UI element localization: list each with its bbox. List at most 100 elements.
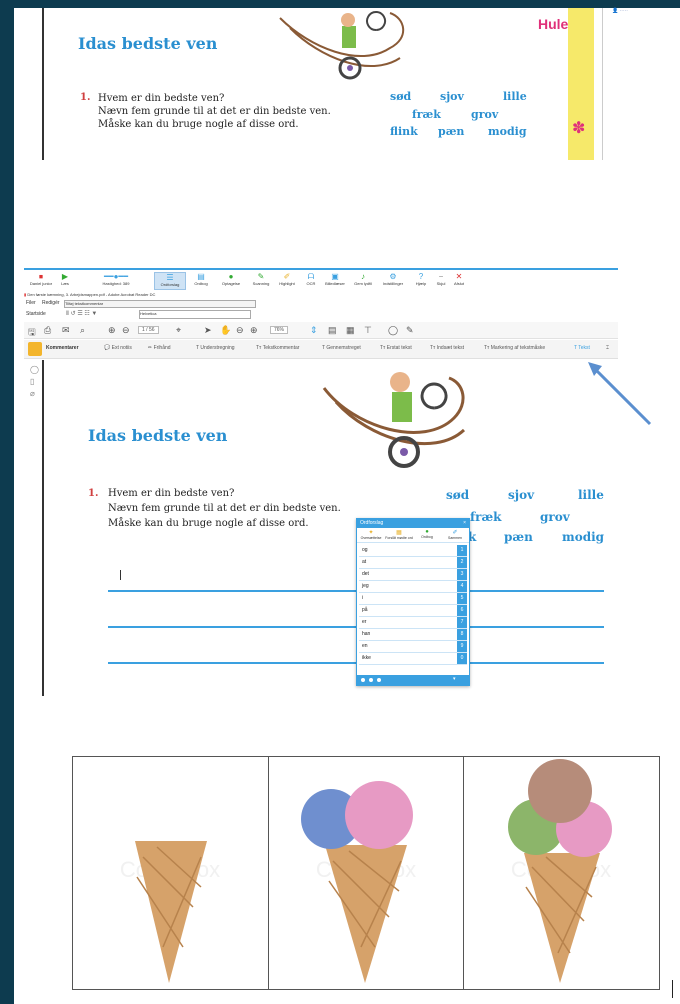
- zoom-in-icon[interactable]: ⊕: [250, 325, 258, 336]
- comment-icon[interactable]: [28, 342, 42, 356]
- word-option: grov: [471, 108, 499, 121]
- close-icon: ✕: [455, 272, 463, 281]
- play-icon: ▶: [61, 272, 69, 281]
- close-icon[interactable]: ×: [463, 519, 469, 528]
- text-comment-tool[interactable]: Tт Tekstkommentar: [256, 345, 299, 351]
- settings-button[interactable]: ⚙ Indstillinger: [378, 272, 408, 286]
- page-edge: [42, 8, 44, 160]
- panel-tabs: ✦ Oversættelse ▦ Forslåt mødte ord ● Ordbog…: [357, 528, 469, 543]
- suggestion-row[interactable]: jeg 4: [359, 581, 467, 593]
- save-icon[interactable]: 🖫: [28, 325, 36, 341]
- dictionary-button[interactable]: ▤ Ordbog: [186, 272, 216, 286]
- record-button[interactable]: ● Optagelse: [216, 272, 246, 286]
- suggest-icon: ▦: [396, 530, 402, 536]
- mail-icon[interactable]: ✉: [62, 325, 70, 336]
- suggestion-row[interactable]: ikke 0: [359, 653, 467, 665]
- select-icon[interactable]: ⌖: [176, 325, 181, 336]
- word-option: sjov: [440, 90, 464, 103]
- more-tools-icon[interactable]: ⌶: [606, 345, 609, 351]
- suggestion-row[interactable]: at 2: [359, 557, 467, 569]
- book-icon: ▤: [197, 272, 205, 281]
- attachment-icon[interactable]: ⌀: [30, 388, 39, 400]
- suggestion-row[interactable]: det 3: [359, 569, 467, 581]
- panel-footer: ▾: [357, 675, 469, 685]
- page-dot[interactable]: [377, 678, 381, 682]
- play-button[interactable]: ▶ Læs: [50, 272, 80, 286]
- suggestion-row[interactable]: i5: [359, 593, 467, 605]
- wordlist-button[interactable]: ☰ Ordforslag: [154, 272, 186, 290]
- strikethrough-tool[interactable]: T Gennemstreget: [322, 345, 361, 351]
- insert-text-tool[interactable]: Tт Indsæt tekst: [430, 345, 464, 351]
- save-audio-button[interactable]: ♪ Gem lydfil: [348, 272, 378, 286]
- text-tool[interactable]: T Tekst: [574, 345, 590, 351]
- image-reader-button[interactable]: ▣ Billedlæser: [320, 272, 350, 286]
- pen-icon[interactable]: ✎: [406, 325, 414, 336]
- freehand-tool[interactable]: ✏ Frihånd: [148, 345, 171, 351]
- tab-suggest[interactable]: ▦ Forslåt mødte ord: [385, 528, 413, 542]
- replace-text-tool[interactable]: Tт Erstat tekst: [380, 345, 412, 351]
- cyclist-illustration: [279, 11, 405, 80]
- scroll-icon[interactable]: ▦: [346, 325, 355, 336]
- sticky-note-tool[interactable]: 💬 Ext notiis: [104, 345, 132, 351]
- page-dot[interactable]: [361, 678, 365, 682]
- underline-tool[interactable]: T Understregning: [196, 345, 235, 351]
- save-audio-icon: ♪: [361, 272, 365, 281]
- word-option: modig: [488, 125, 527, 138]
- settings-icon: ⚙: [389, 272, 397, 281]
- quit-button[interactable]: ✕ Afslut: [444, 272, 474, 286]
- text-cursor: [672, 980, 673, 998]
- highlight-text-tool[interactable]: Tт Markering af tekstmåske: [484, 345, 545, 351]
- fit-icon[interactable]: ⇕: [310, 325, 318, 336]
- suggestion-row[interactable]: en 9: [359, 641, 467, 653]
- tab-dictionary[interactable]: ● Ordbog: [413, 528, 441, 542]
- font-select[interactable]: Helvetica: [139, 310, 251, 319]
- page-title: Idas bedste ven: [88, 426, 228, 445]
- decorative-strip: ✽: [568, 8, 594, 160]
- underline-icon: T: [196, 345, 199, 351]
- comment-icon[interactable]: ◯: [30, 364, 39, 376]
- font-row: Startside Ⅱ ↺ ☰ ☷ ▼ Helvetica: [24, 309, 618, 319]
- flower-icon: ✽: [572, 118, 586, 137]
- word-option: sjov: [508, 488, 535, 502]
- suggestion-row[interactable]: på 6: [359, 605, 467, 617]
- print-icon[interactable]: ⎙: [44, 325, 51, 336]
- page-edge: [42, 360, 44, 696]
- resize-icon[interactable]: ▾: [453, 676, 456, 682]
- page-counter[interactable]: 1 / 56: [138, 326, 159, 334]
- speed-slider[interactable]: ━━●━━ Hastighed: 389: [86, 272, 146, 286]
- pointer-icon[interactable]: ➤: [204, 325, 212, 336]
- menu-item[interactable]: Filer: [26, 300, 36, 306]
- page-up-icon[interactable]: ⊕: [108, 325, 116, 336]
- suggestion-row[interactable]: han 8: [359, 629, 467, 641]
- zoom-out-icon[interactable]: ⊖: [236, 325, 244, 336]
- bookmark-icon[interactable]: ▯: [30, 376, 39, 388]
- text-tool-icon[interactable]: ⊤: [364, 325, 372, 336]
- page-down-icon[interactable]: ⊖: [122, 325, 130, 336]
- suggestion-row[interactable]: og 1: [359, 545, 467, 557]
- page-edge-right: [602, 8, 603, 160]
- record-icon: ●: [228, 272, 234, 281]
- pdf-icon: ▮: [24, 292, 27, 297]
- hand-icon[interactable]: ✋: [220, 325, 231, 336]
- comment-menu[interactable]: Kommentarer: [46, 345, 79, 351]
- suggestion-row[interactable]: er 7: [359, 617, 467, 629]
- reader-toolbar: 🖫 ⎙ ✉ ⌕ ⊕ ⊖ 1 / 56 ⌖ ➤ ✋ ⊖ ⊕ 76% ⇕ ▤ ▦ ⊤…: [24, 322, 618, 339]
- question-number: 1.: [80, 92, 91, 103]
- tab-combine[interactable]: ✐ Sammen: [441, 528, 469, 542]
- question-line: Hvem er din bedste ven?: [108, 488, 235, 499]
- comment-icon[interactable]: ◯: [388, 325, 398, 336]
- zoom-select[interactable]: 76%: [270, 326, 289, 334]
- home-tab[interactable]: Startside: [26, 311, 46, 317]
- page-dot[interactable]: [369, 678, 373, 682]
- search-icon[interactable]: ⌕: [80, 325, 85, 336]
- word-option: modig: [562, 530, 605, 544]
- word-option: pæn: [504, 530, 533, 544]
- page-view-icon[interactable]: ▤: [328, 325, 337, 336]
- menu-item[interactable]: Redigér: [42, 300, 60, 306]
- mark-icon: Tт: [484, 345, 490, 351]
- window-title: ▮ Den første kæmning, 3. Arbejdsmappen.p…: [24, 292, 156, 297]
- menu-bar: Filer Redigér Tilføj tekstkommentar: [24, 300, 618, 308]
- worksheet-title: Idas bedste ven: [78, 34, 218, 53]
- cone-two-scoops: [301, 781, 413, 983]
- tab-translation[interactable]: ✦ Oversættelse: [357, 528, 385, 542]
